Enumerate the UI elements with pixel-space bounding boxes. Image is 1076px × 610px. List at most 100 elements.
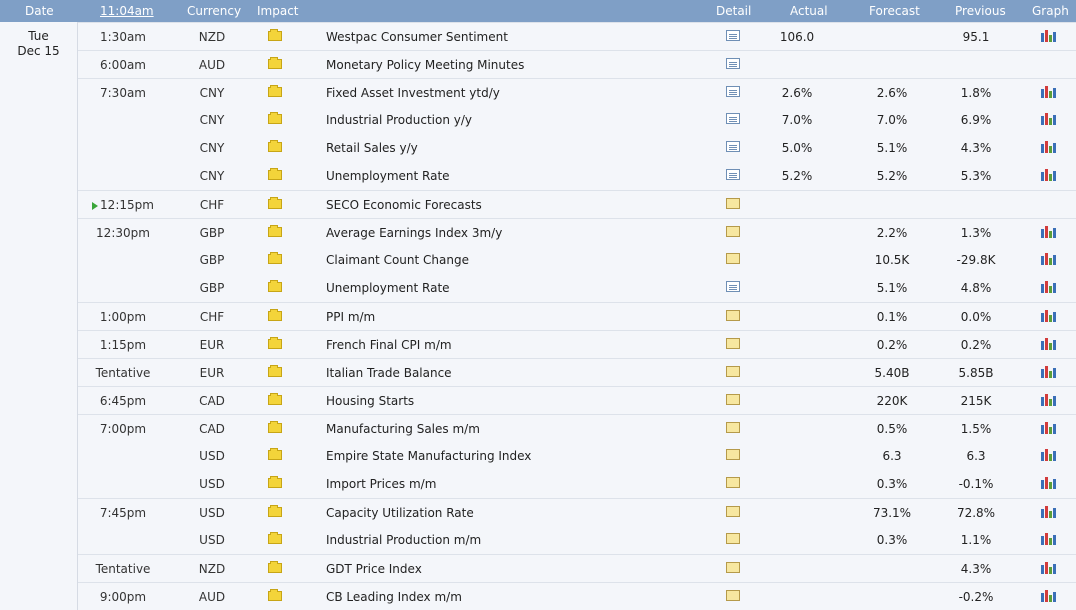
event-name[interactable]: GDT Price Index (326, 562, 422, 576)
event-row[interactable]: USD Import Prices m/m 0.3% -0.1% (78, 470, 1076, 498)
graph-icon-bar (1045, 169, 1048, 181)
event-name[interactable]: Capacity Utilization Rate (326, 506, 474, 520)
detail-doc-icon[interactable] (726, 169, 740, 180)
detail-doc-icon[interactable] (726, 141, 740, 152)
detail-folder-icon[interactable] (726, 310, 740, 321)
event-row[interactable]: 1:15pm EUR French Final CPI m/m 0.2% 0.2% (78, 330, 1076, 358)
event-time-label: 7:45pm (99, 506, 147, 520)
graph-icon[interactable] (1041, 447, 1056, 461)
event-name[interactable]: Import Prices m/m (326, 477, 436, 491)
event-row[interactable]: 12:30pm GBP Average Earnings Index 3m/y 2.2… (78, 218, 1076, 246)
graph-icon-bar (1045, 86, 1048, 98)
graph-icon[interactable] (1041, 279, 1056, 293)
detail-doc-icon[interactable] (726, 86, 740, 97)
event-currency: GBP (199, 281, 225, 295)
graph-icon[interactable] (1041, 364, 1056, 378)
detail-doc-icon[interactable] (726, 30, 740, 41)
event-name[interactable]: Monetary Policy Meeting Minutes (326, 58, 524, 72)
detail-doc-icon[interactable] (726, 113, 740, 124)
graph-icon[interactable] (1041, 531, 1056, 545)
event-time: 7:45pm (78, 506, 168, 520)
event-name[interactable]: CB Leading Index m/m (326, 590, 462, 604)
graph-icon[interactable] (1041, 251, 1056, 265)
graph-icon[interactable] (1041, 84, 1056, 98)
graph-icon[interactable] (1041, 336, 1056, 350)
event-row[interactable]: Tentative NZD GDT Price Index 4.3% (78, 554, 1076, 582)
detail-folder-icon[interactable] (726, 198, 740, 209)
graph-icon[interactable] (1041, 420, 1056, 434)
header-current-time[interactable]: 11:04am (100, 4, 154, 18)
event-name[interactable]: Retail Sales y/y (326, 141, 418, 155)
event-row[interactable]: 6:00am AUD Monetary Policy Meeting Minutes (78, 50, 1076, 78)
graph-icon-bar (1049, 371, 1052, 378)
event-row[interactable]: 9:00pm AUD CB Leading Index m/m -0.2% (78, 582, 1076, 610)
detail-doc-icon[interactable] (726, 58, 740, 69)
event-name[interactable]: Average Earnings Index 3m/y (326, 226, 502, 240)
event-previous: 1.5% (960, 422, 992, 436)
event-row[interactable]: 7:45pm USD Capacity Utilization Rate 73.1% 7… (78, 498, 1076, 526)
graph-icon[interactable] (1041, 392, 1056, 406)
event-name[interactable]: Industrial Production m/m (326, 533, 481, 547)
event-name[interactable]: Unemployment Rate (326, 169, 450, 183)
detail-folder-icon[interactable] (726, 366, 740, 377)
detail-folder-icon[interactable] (726, 253, 740, 264)
graph-icon[interactable] (1041, 588, 1056, 602)
event-name[interactable]: Claimant Count Change (326, 253, 469, 267)
event-row[interactable]: 7:30am CNY Fixed Asset Investment ytd/y 2.6… (78, 78, 1076, 106)
graph-icon-bar (1053, 171, 1056, 181)
detail-folder-icon[interactable] (726, 506, 740, 517)
graph-icon-bar (1041, 536, 1044, 545)
event-name[interactable]: Fixed Asset Investment ytd/y (326, 86, 500, 100)
event-name[interactable]: Housing Starts (326, 394, 414, 408)
graph-icon[interactable] (1041, 560, 1056, 574)
event-name[interactable]: Unemployment Rate (326, 281, 450, 295)
graph-icon-bar (1041, 369, 1044, 378)
event-row[interactable]: USD Empire State Manufacturing Index 6.3 6.… (78, 442, 1076, 470)
graph-icon[interactable] (1041, 111, 1056, 125)
header-actual: Actual (790, 4, 828, 18)
event-currency: EUR (199, 338, 225, 352)
graph-icon[interactable] (1041, 224, 1056, 238)
event-forecast: 5.2% (876, 169, 908, 183)
event-row[interactable]: 1:30am NZD Westpac Consumer Sentiment 106.0… (78, 22, 1076, 50)
event-row[interactable]: 6:45pm CAD Housing Starts 220K 215K (78, 386, 1076, 414)
event-row[interactable]: GBP Unemployment Rate 5.1% 4.8% (78, 274, 1076, 302)
event-row[interactable]: 7:00pm CAD Manufacturing Sales m/m 0.5% 1.5% (78, 414, 1076, 442)
event-name[interactable]: Empire State Manufacturing Index (326, 449, 531, 463)
event-currency: CNY (199, 141, 225, 155)
detail-doc-icon[interactable] (726, 281, 740, 292)
event-name[interactable]: Industrial Production y/y (326, 113, 472, 127)
detail-folder-icon[interactable] (726, 477, 740, 488)
detail-folder-icon[interactable] (726, 394, 740, 405)
graph-icon-bar (1045, 533, 1048, 545)
event-row[interactable]: Tentative EUR Italian Trade Balance 5.40B 5.… (78, 358, 1076, 386)
event-row[interactable]: USD Industrial Production m/m 0.3% 1.1% (78, 526, 1076, 554)
detail-folder-icon[interactable] (726, 590, 740, 601)
detail-folder-icon[interactable] (726, 338, 740, 349)
graph-icon[interactable] (1041, 504, 1056, 518)
event-name[interactable]: Manufacturing Sales m/m (326, 422, 480, 436)
event-row[interactable]: CNY Retail Sales y/y 5.0% 5.1% 4.3% (78, 134, 1076, 162)
event-name[interactable]: Italian Trade Balance (326, 366, 452, 380)
detail-folder-icon[interactable] (726, 422, 740, 433)
graph-icon[interactable] (1041, 308, 1056, 322)
event-row[interactable]: CNY Industrial Production y/y 7.0% 7.0% 6.9% (78, 106, 1076, 134)
graph-icon[interactable] (1041, 28, 1056, 42)
event-row[interactable]: 12:15pm CHF SECO Economic Forecasts (78, 190, 1076, 218)
event-row[interactable]: 1:00pm CHF PPI m/m 0.1% 0.0% (78, 302, 1076, 330)
detail-folder-icon[interactable] (726, 533, 740, 544)
event-forecast: 5.1% (876, 281, 908, 295)
event-name[interactable]: French Final CPI m/m (326, 338, 452, 352)
event-row[interactable]: GBP Claimant Count Change 10.5K -29.8K (78, 246, 1076, 274)
graph-icon[interactable] (1041, 475, 1056, 489)
event-forecast: 6.3 (882, 449, 902, 463)
graph-icon[interactable] (1041, 139, 1056, 153)
event-name[interactable]: PPI m/m (326, 310, 375, 324)
detail-folder-icon[interactable] (726, 449, 740, 460)
detail-folder-icon[interactable] (726, 226, 740, 237)
event-name[interactable]: Westpac Consumer Sentiment (326, 30, 508, 44)
event-name[interactable]: SECO Economic Forecasts (326, 198, 482, 212)
event-row[interactable]: CNY Unemployment Rate 5.2% 5.2% 5.3% (78, 162, 1076, 190)
graph-icon[interactable] (1041, 167, 1056, 181)
detail-folder-icon[interactable] (726, 562, 740, 573)
